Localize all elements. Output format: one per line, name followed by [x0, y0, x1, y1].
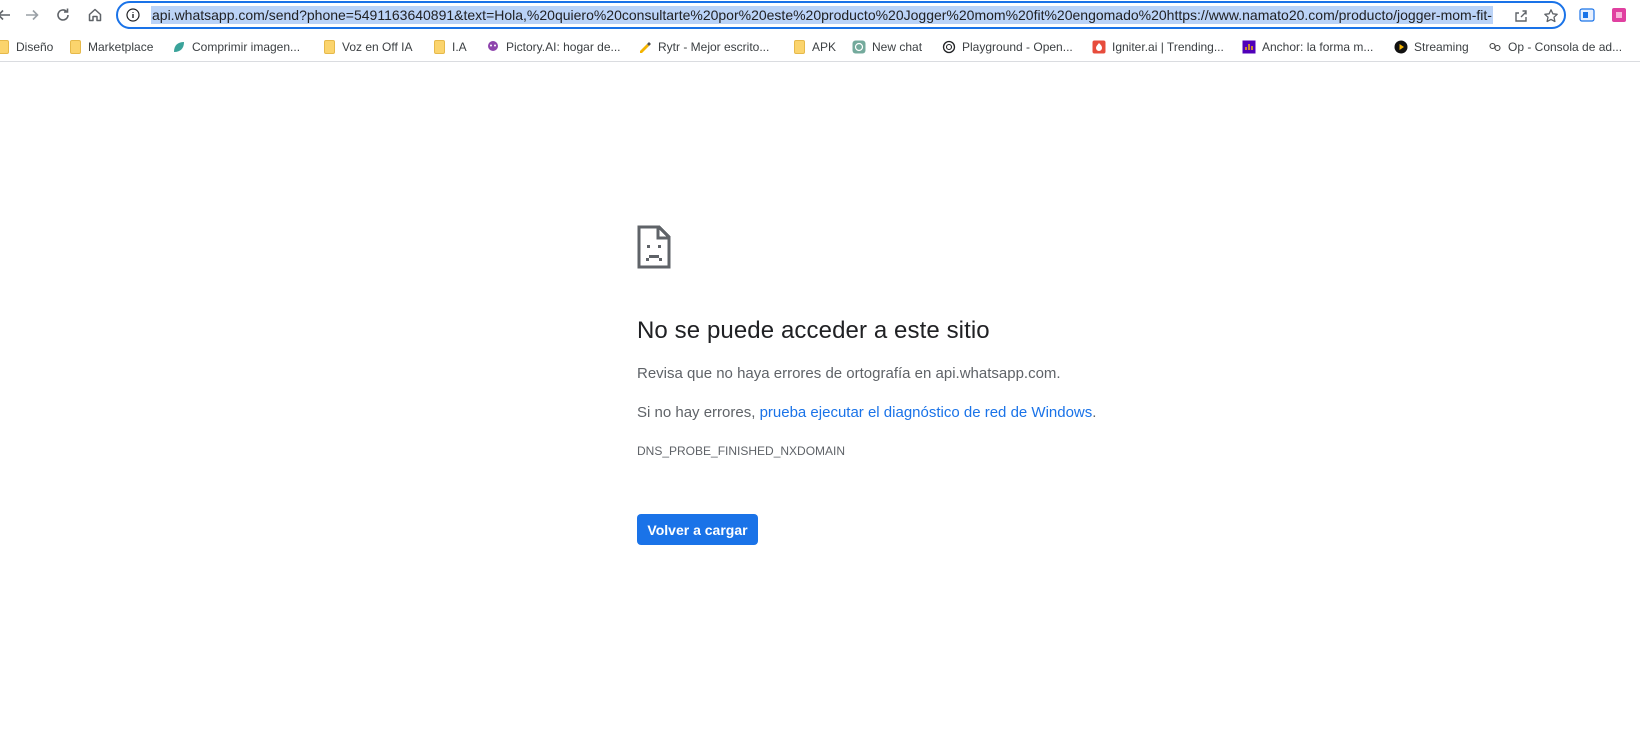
bookmark-label: Diseño: [16, 40, 54, 54]
error-spelling-hint: Revisa que no haya errores de ortografía…: [637, 365, 1061, 382]
bookmark-label: Rytr - Mejor escrito...: [658, 40, 770, 54]
bookmark-item[interactable]: Playground - Open...: [942, 38, 1073, 56]
bookmark-item[interactable]: Comprimir imagen...: [172, 38, 300, 56]
openai-icon: [942, 40, 956, 54]
error-diagnostic-prefix: Si no hay errores,: [637, 404, 760, 421]
url-text[interactable]: api.whatsapp.com/send?phone=549116364089…: [151, 6, 1493, 24]
bookmark-item[interactable]: Anchor: la forma m...: [1242, 38, 1373, 56]
sad-page-icon: [637, 225, 671, 269]
bookmark-label: Voz en Off IA: [342, 40, 413, 54]
leaf-icon: [172, 40, 186, 54]
anchor-icon: [1242, 40, 1256, 54]
back-icon[interactable]: [0, 4, 16, 26]
share-icon[interactable]: [1512, 7, 1530, 25]
bookmark-item[interactable]: Igniter.ai | Trending...: [1092, 38, 1224, 56]
bookmark-item[interactable]: Marketplace: [68, 38, 153, 56]
bookmark-label: I.A: [452, 40, 467, 54]
folder-icon: [0, 40, 10, 54]
pen-hand-icon: [638, 40, 652, 54]
error-diagnostic-hint: Si no hay errores, prueba ejecutar el di…: [637, 404, 1096, 421]
bookmark-item[interactable]: Rytr - Mejor escrito...: [638, 38, 769, 56]
home-icon[interactable]: [83, 4, 107, 26]
reload-icon[interactable]: [51, 4, 75, 26]
folder-icon: [432, 40, 446, 54]
bookmark-item[interactable]: Pictory.AI: hogar de...: [486, 38, 621, 56]
bookmark-label: Streaming: [1414, 40, 1469, 54]
bookmark-label: Playground - Open...: [962, 40, 1073, 54]
bookmark-item[interactable]: Voz en Off IA: [322, 38, 413, 56]
streaming-icon: [1394, 40, 1408, 54]
bookmark-label: New chat: [872, 40, 923, 54]
bookmark-label: Igniter.ai | Trending...: [1112, 40, 1224, 54]
error-code: DNS_PROBE_FINISHED_NXDOMAIN: [637, 444, 846, 458]
error-title: No se puede acceder a este sitio: [637, 317, 990, 344]
bookmark-label: Marketplace: [88, 40, 154, 54]
igniter-icon: [1092, 40, 1106, 54]
extension-icon[interactable]: [1610, 6, 1628, 24]
folder-icon: [68, 40, 82, 54]
op-icon: [1488, 40, 1502, 54]
address-bar[interactable]: api.whatsapp.com/send?phone=549116364089…: [116, 1, 1566, 29]
bookmark-item[interactable]: Streaming: [1394, 38, 1469, 56]
extension-icon[interactable]: [1578, 6, 1596, 24]
octopus-icon: [486, 40, 500, 54]
bookmark-item[interactable]: APK: [792, 38, 836, 56]
error-diagnostic-suffix: .: [1092, 404, 1097, 421]
forward-icon[interactable]: [20, 4, 44, 26]
bookmarks-bar: Diseño Marketplace Comprimir imagen... V…: [0, 31, 1640, 62]
folder-icon: [322, 40, 336, 54]
browser-toolbar: api.whatsapp.com/send?phone=549116364089…: [0, 0, 1640, 31]
openai-icon: [852, 40, 866, 54]
bookmark-item[interactable]: New chat: [852, 38, 922, 56]
bookmark-item[interactable]: Op - Consola de ad...: [1488, 38, 1622, 56]
bookmark-item[interactable]: Diseño: [0, 38, 53, 56]
bookmark-item[interactable]: I.A: [432, 38, 467, 56]
bookmark-label: Comprimir imagen...: [192, 40, 301, 54]
bookmark-label: Anchor: la forma m...: [1262, 40, 1374, 54]
bookmark-label: APK: [812, 40, 837, 54]
bookmark-star-icon[interactable]: [1542, 7, 1560, 25]
reload-button[interactable]: Volver a cargar: [637, 514, 758, 545]
bookmark-label: Op - Consola de ad...: [1508, 40, 1623, 54]
bookmark-label: Pictory.AI: hogar de...: [506, 40, 621, 54]
windows-network-diagnostic-link[interactable]: prueba ejecutar el diagnóstico de red de…: [760, 404, 1093, 421]
site-info-icon[interactable]: [126, 8, 140, 22]
folder-icon: [792, 40, 806, 54]
